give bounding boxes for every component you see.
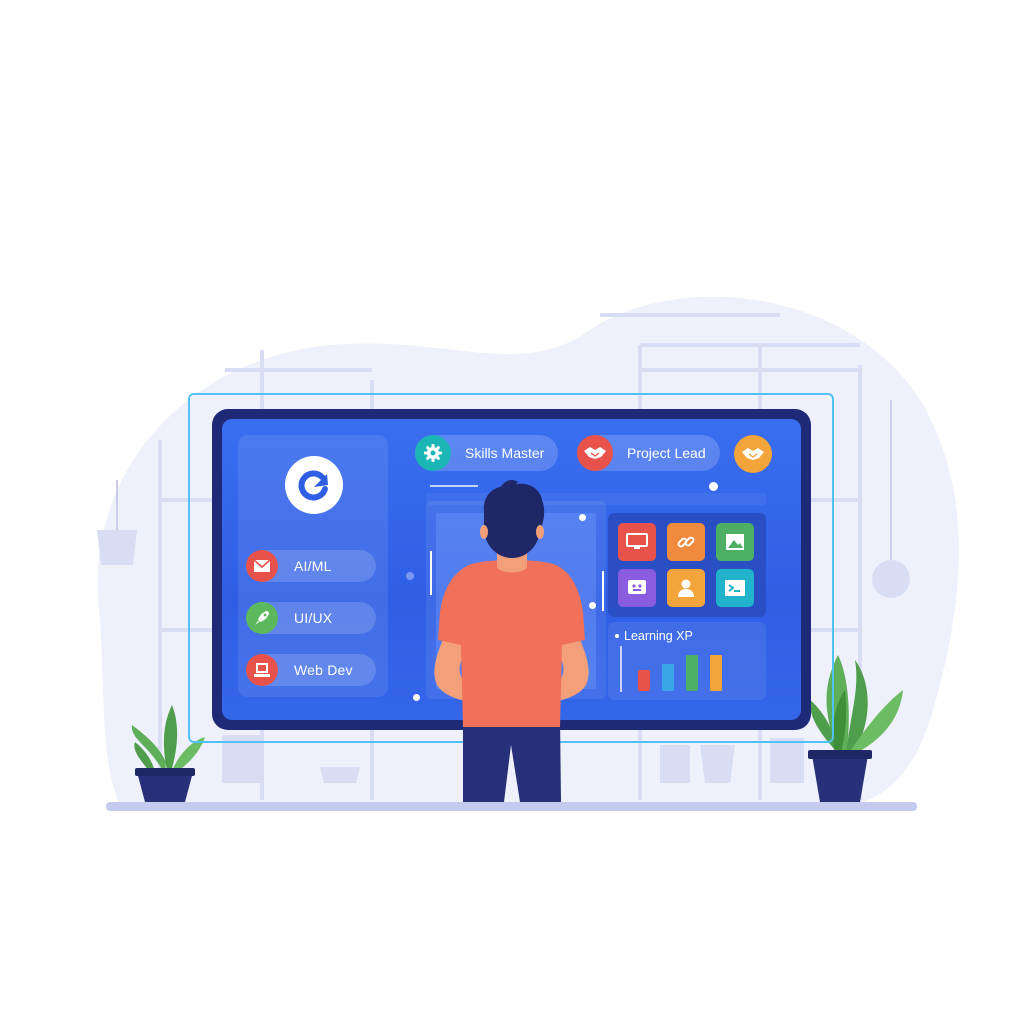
person-illustration: [434, 480, 589, 802]
scene: AI/ML UI/UX Web Dev Skills Master Projec…: [0, 0, 1024, 1024]
